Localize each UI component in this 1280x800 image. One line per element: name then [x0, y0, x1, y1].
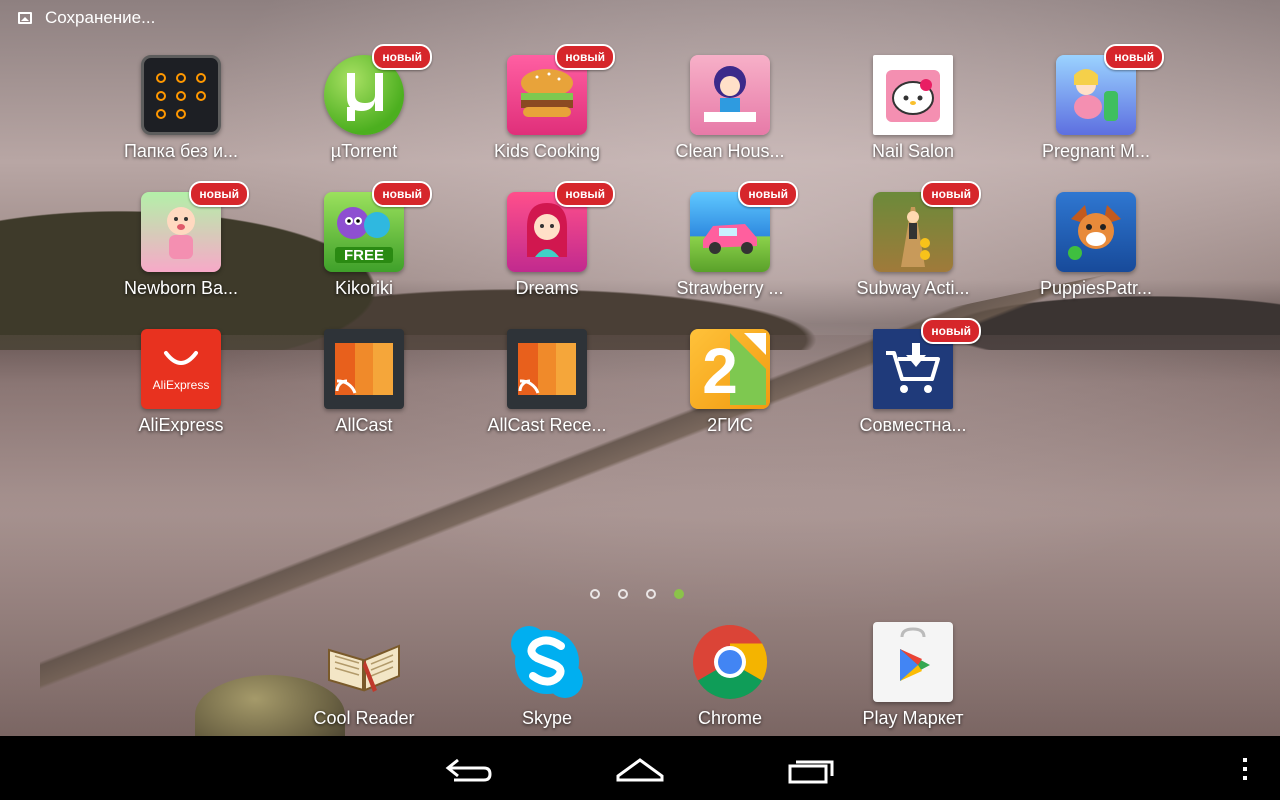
new-badge: новый [555, 44, 615, 70]
hello-kitty-nail-icon [873, 55, 953, 135]
image-icon [18, 12, 32, 24]
app-label: Совместна... [859, 415, 967, 435]
new-badge: новый [372, 44, 432, 70]
newborn-baby-icon: новый [141, 181, 249, 272]
app-newborn[interactable]: новый Newborn Ba... [91, 181, 271, 312]
dock-play-market[interactable]: Play Маркет [823, 622, 1003, 742]
app-strawberry-car[interactable]: новый Strawberry ... [640, 181, 820, 312]
app-allcast[interactable]: AllCast [274, 329, 454, 449]
app-kids-cooking[interactable]: новый Kids Cooking [457, 44, 637, 175]
app-label: Dreams [515, 278, 579, 298]
allcast-icon [324, 329, 404, 409]
app-label: PuppiesPatr... [1039, 278, 1153, 298]
app-kikoriki[interactable]: FREE новый Kikoriki [274, 181, 454, 312]
notification-text: Сохранение... [45, 8, 156, 27]
app-aliexpress[interactable]: AliExpress AliExpress [91, 329, 271, 449]
new-badge: новый [189, 181, 249, 207]
app-label: AliExpress [138, 415, 224, 435]
navigation-bar [0, 736, 1280, 800]
app-label: Play Маркет [862, 708, 964, 728]
app-label: 2ГИС [707, 415, 753, 435]
subway-runner-icon: новый [873, 181, 981, 272]
page-dot-active[interactable] [674, 589, 684, 599]
app-allcast-receiver[interactable]: AllCast Rece... [457, 329, 637, 449]
home-button[interactable] [610, 754, 670, 786]
home-icon [616, 758, 664, 782]
recent-apps-button[interactable] [780, 754, 840, 786]
new-badge: новый [372, 181, 432, 207]
chrome-icon [690, 622, 770, 702]
app-puppies-patrol[interactable]: PuppiesPatr... [1006, 192, 1186, 312]
app-subway[interactable]: новый Subway Acti... [823, 181, 1003, 312]
new-badge: новый [921, 318, 981, 344]
utorrent-icon: новый [324, 44, 432, 135]
app-sovmestnye[interactable]: новый Совместна... [823, 318, 1003, 449]
page-dot[interactable] [646, 589, 656, 599]
menu-button[interactable] [1230, 754, 1260, 786]
dock-chrome[interactable]: Chrome [640, 622, 820, 742]
page-indicator[interactable] [590, 589, 684, 599]
app-label: Kids Cooking [493, 141, 601, 161]
app-clean-house[interactable]: Clean Hous... [640, 55, 820, 175]
app-label: µTorrent [330, 141, 398, 161]
recent-apps-icon [788, 760, 834, 784]
app-label: Cool Reader [313, 708, 415, 728]
new-badge: новый [738, 181, 798, 207]
kikoriki-icon: FREE новый [324, 181, 432, 272]
app-label: AllCast [335, 415, 393, 435]
shopping-cart-icon: новый [873, 318, 981, 409]
strawberry-car-icon: новый [690, 181, 798, 272]
strawberry-dreams-icon: новый [507, 181, 615, 272]
pregnant-game-icon: новый [1056, 44, 1164, 135]
app-label: AllCast Rece... [487, 415, 607, 435]
app-label: Папка без и... [123, 141, 238, 161]
puppy-patrol-icon [1056, 192, 1136, 272]
dock-cool-reader[interactable]: Cool Reader [274, 622, 454, 742]
app-pregnant[interactable]: новый Pregnant M... [1006, 44, 1186, 175]
page-dot[interactable] [590, 589, 600, 599]
dock-skype[interactable]: Skype [457, 622, 637, 742]
clean-house-game-icon [690, 55, 770, 135]
app-label: Clean Hous... [675, 141, 785, 161]
app-label: Chrome [697, 708, 763, 728]
burger-game-icon: новый [507, 44, 615, 135]
app-label: Nail Salon [871, 141, 955, 161]
aliexpress-logo-text: AliExpress [153, 378, 210, 392]
skype-icon [507, 622, 587, 702]
new-badge: новый [1104, 44, 1164, 70]
new-badge: новый [921, 181, 981, 207]
overflow-menu-icon [1243, 758, 1247, 780]
folder-icon [141, 55, 221, 135]
app-label: Skype [521, 708, 573, 728]
app-label: Subway Acti... [856, 278, 970, 298]
kikoriki-free-text: FREE [344, 247, 384, 264]
back-button[interactable] [440, 754, 500, 786]
app-dreams[interactable]: новый Dreams [457, 181, 637, 312]
app-2gis[interactable]: 2 2ГИС [640, 329, 820, 449]
allcast-receiver-icon [507, 329, 587, 409]
book-icon [324, 622, 404, 702]
app-nail-salon[interactable]: Nail Salon [823, 55, 1003, 175]
app-label: Pregnant M... [1041, 141, 1151, 161]
app-label: Kikoriki [334, 278, 393, 298]
aliexpress-icon: AliExpress [141, 329, 221, 409]
status-bar[interactable]: Сохранение... [0, 0, 1280, 36]
play-store-icon [873, 622, 953, 702]
app-label: Strawberry ... [676, 278, 784, 298]
new-badge: новый [555, 181, 615, 207]
app-folder[interactable]: Папка без и... [91, 55, 271, 175]
app-label: Newborn Ba... [123, 278, 239, 298]
back-arrow-icon [445, 758, 492, 782]
2gis-icon: 2 [690, 329, 770, 409]
2gis-logo-text: 2 [702, 335, 738, 405]
app-utorrent[interactable]: новый µTorrent [274, 44, 454, 175]
page-dot[interactable] [618, 589, 628, 599]
